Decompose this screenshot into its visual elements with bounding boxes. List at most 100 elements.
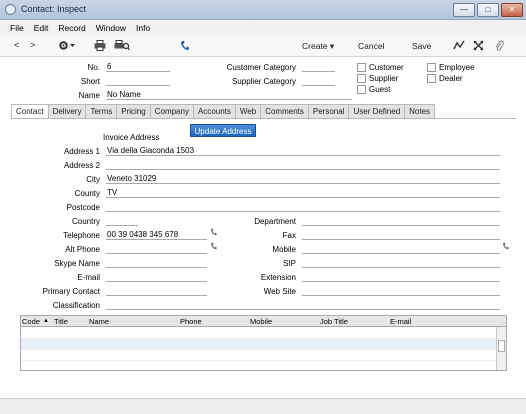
title-bar: Contact: Inspect — □ ✕ — [0, 0, 526, 20]
customer-category-label: Customer Category — [226, 63, 296, 72]
tab-bar: Contact Delivery Terms Pricing Company A… — [11, 104, 436, 119]
toolbar: < > Create ▾ Cancel Save — [0, 35, 526, 57]
classification-field[interactable] — [106, 300, 500, 310]
supplier-category-field[interactable] — [302, 76, 335, 86]
menu-window[interactable]: Window — [96, 23, 126, 33]
gear-icon[interactable] — [58, 40, 76, 53]
department-field[interactable] — [302, 216, 500, 226]
column-title[interactable]: Title — [54, 317, 68, 326]
table-row[interactable] — [21, 350, 496, 361]
department-label: Department — [254, 217, 296, 226]
tab-notes[interactable]: Notes — [404, 104, 436, 119]
create-label: Create — [302, 41, 328, 51]
minimize-button[interactable]: — — [453, 3, 475, 17]
dealer-checkbox-label: Dealer — [439, 74, 463, 83]
expand-icon[interactable] — [473, 40, 484, 53]
tab-terms[interactable]: Terms — [85, 104, 117, 119]
postcode-field[interactable] — [106, 202, 500, 212]
tab-company[interactable]: Company — [149, 104, 193, 119]
employee-checkbox[interactable] — [427, 63, 436, 72]
address1-label: Address 1 — [63, 147, 100, 156]
column-mobile[interactable]: Mobile — [250, 317, 272, 326]
tab-web[interactable]: Web — [234, 104, 261, 119]
previous-record-button[interactable]: < — [14, 40, 19, 50]
email-label: E-mail — [77, 273, 100, 282]
primary-contact-field[interactable] — [106, 286, 207, 296]
fax-field[interactable] — [302, 230, 500, 240]
alt-phone-field[interactable] — [106, 244, 207, 254]
column-code[interactable]: Code — [22, 317, 40, 326]
menu-bar: File Edit Record Window Info — [0, 20, 526, 35]
name-field[interactable]: No Name — [106, 90, 352, 100]
address2-field[interactable] — [106, 160, 500, 170]
tab-pricing[interactable]: Pricing — [116, 104, 150, 119]
call-mobile-icon[interactable] — [502, 242, 509, 252]
no-field[interactable]: 6 — [106, 62, 170, 72]
customer-checkbox[interactable] — [357, 63, 366, 72]
chart-icon[interactable] — [453, 40, 465, 53]
telephone-field[interactable]: 00 39 0438 345 678 — [106, 230, 207, 240]
menu-record[interactable]: Record — [58, 23, 85, 33]
close-button[interactable]: ✕ — [501, 3, 523, 17]
tab-contact[interactable]: Contact — [11, 104, 48, 119]
next-record-button[interactable]: > — [30, 40, 35, 50]
email-field[interactable] — [106, 272, 207, 282]
customer-category-field[interactable] — [302, 62, 335, 72]
county-field[interactable]: TV — [106, 188, 500, 198]
tab-comments[interactable]: Comments — [260, 104, 308, 119]
supplier-checkbox-label: Supplier — [369, 74, 399, 83]
column-name[interactable]: Name — [89, 317, 109, 326]
tab-personal[interactable]: Personal — [307, 104, 349, 119]
table-row[interactable] — [21, 328, 496, 339]
column-email[interactable]: E-mail — [390, 317, 411, 326]
guest-checkbox[interactable] — [357, 85, 366, 94]
printer-icon[interactable] — [94, 40, 106, 53]
column-job-title[interactable]: Job Title — [320, 317, 348, 326]
menu-info[interactable]: Info — [136, 23, 150, 33]
skype-name-field[interactable] — [106, 258, 207, 268]
postcode-label: Postcode — [66, 203, 100, 212]
menu-edit[interactable]: Edit — [34, 23, 49, 33]
paperclip-icon[interactable] — [494, 40, 504, 54]
app-icon[interactable] — [5, 4, 16, 15]
alt-phone-label: Alt Phone — [65, 245, 100, 254]
country-field[interactable] — [106, 216, 138, 226]
customer-checkbox-label: Customer — [369, 63, 404, 72]
sort-ascending-icon[interactable]: ▲ — [43, 318, 49, 324]
name-label: Name — [78, 91, 100, 100]
table-row[interactable] — [21, 339, 496, 350]
mobile-field[interactable] — [302, 244, 500, 254]
tab-delivery[interactable]: Delivery — [47, 104, 86, 119]
primary-contact-label: Primary Contact — [42, 287, 100, 296]
maximize-button[interactable]: □ — [477, 3, 499, 17]
phone-icon[interactable] — [180, 40, 189, 53]
dealer-checkbox[interactable] — [427, 74, 436, 83]
classification-label: Classification — [52, 301, 100, 310]
supplier-checkbox[interactable] — [357, 74, 366, 83]
contacts-grid[interactable]: Code ▲ Title Name Phone Mobile Job Title… — [20, 315, 507, 371]
sip-field[interactable] — [302, 258, 500, 268]
city-field[interactable]: Veneto 31029 — [106, 174, 500, 184]
address2-label: Address 2 — [63, 161, 100, 170]
save-button[interactable]: Save — [412, 41, 431, 51]
guest-checkbox-label: Guest — [369, 85, 391, 94]
grid-header: Code ▲ Title Name Phone Mobile Job Title… — [21, 316, 506, 327]
chevron-down-icon: ▾ — [329, 41, 335, 51]
extension-field[interactable] — [302, 272, 500, 282]
update-address-button[interactable]: Update Address — [190, 124, 256, 137]
menu-file[interactable]: File — [10, 23, 24, 33]
mobile-label: Mobile — [272, 245, 296, 254]
scrollbar-thumb[interactable] — [498, 340, 505, 352]
create-button[interactable]: Create ▾ — [302, 41, 334, 52]
tab-accounts[interactable]: Accounts — [192, 104, 235, 119]
tab-user-defined[interactable]: User Defined — [348, 104, 405, 119]
city-label: City — [86, 175, 100, 184]
address1-field[interactable]: Via della Giaconda 1503 — [106, 146, 500, 156]
grid-scrollbar[interactable] — [496, 327, 506, 370]
web-site-field[interactable] — [302, 286, 500, 296]
cancel-button[interactable]: Cancel — [358, 41, 384, 51]
country-label: Country — [71, 217, 100, 226]
print-preview-icon[interactable] — [114, 40, 130, 53]
column-phone[interactable]: Phone — [180, 317, 202, 326]
short-field[interactable] — [106, 76, 170, 86]
